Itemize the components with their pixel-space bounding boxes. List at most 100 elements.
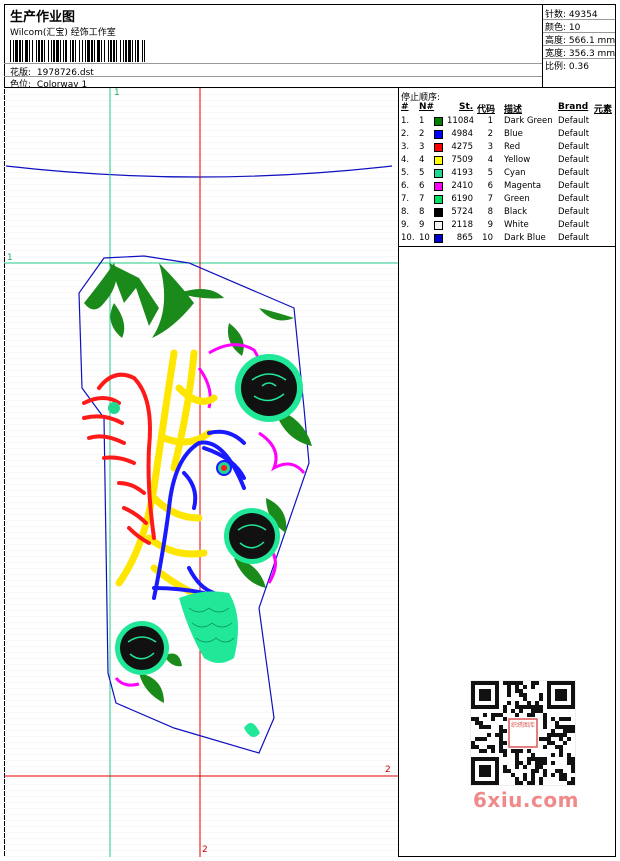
row-code: 4 [487,155,493,165]
table-row: 9. 9 2118 9 White Default [399,219,616,232]
black-rose-top-right [235,354,303,422]
stat-value: 0.36 [568,62,589,72]
row-brand: Default [558,220,590,230]
row-stitches: 4275 [451,142,473,152]
black-rose-middle [224,508,280,564]
red-guide-label-bottom: 2 [202,845,208,855]
row-index: 10. [401,233,415,243]
row-brand: Default [558,181,590,191]
row-brand: Default [558,207,590,217]
stat-label: 比例: [545,62,567,72]
color-swatch [434,221,443,230]
leaf-cluster-top [84,263,224,338]
row-index: 1. [401,116,410,126]
color-swatch [434,208,443,217]
row-stitches: 11084 [447,116,475,126]
row-description: White [504,220,529,230]
row-description: Dark Blue [504,233,546,243]
row-needle: 7 [419,194,425,204]
col-header-element: 元素 [594,105,613,115]
color-swatch [434,195,443,204]
row-stitches: 5724 [451,207,473,217]
barcode [10,40,145,62]
table-row: 6. 6 2410 6 Magenta Default [399,180,616,193]
row-needle: 3 [419,142,425,152]
row-stitches: 865 [456,233,473,243]
row-brand: Default [558,155,590,165]
qr-stamp: 织绣图库 [510,722,535,729]
row-brand: Default [558,194,590,204]
row-needle: 2 [419,129,425,139]
row-needle: 8 [419,207,425,217]
row-description: Dark Green [504,116,553,126]
row-brand: Default [558,233,590,243]
col-header-code: 代码 [477,105,496,115]
col-header-brand: Brand [558,102,589,112]
color-swatch [434,143,443,152]
stat-row: 比例: 0.36 [545,59,589,72]
row-needle: 10 [419,233,430,243]
hoop-arc [5,165,393,178]
table-row: 5. 5 4193 5 Cyan Default [399,167,616,180]
row-needle: 1 [419,116,425,126]
row-needle: 5 [419,168,425,178]
table-row: 2. 2 4984 2 Blue Default [399,128,616,141]
row-index: 9. [401,220,410,230]
table-row: 4. 4 7509 4 Yellow Default [399,154,616,167]
col-header-description: 描述 [504,105,523,115]
row-brand: Default [558,129,590,139]
row-description: Blue [504,129,523,139]
row-index: 7. [401,194,410,204]
col-header-index: # [401,102,409,112]
row-description: Red [504,142,521,152]
row-description: Green [504,194,530,204]
row-description: Cyan [504,168,526,178]
cyan-flourish [244,723,260,737]
header-divider [4,63,542,64]
row-description: Yellow [504,155,531,165]
row-index: 6. [401,181,410,191]
row-stitches: 4193 [451,168,473,178]
header-panel: 生产作业图 Wilcom(汇宝) 经饰工作室 花版: 1978726.dst 色… [4,4,542,90]
table-row: 3. 3 4275 3 Red Default [399,141,616,154]
blue-plume-eye-center [221,465,227,471]
row-needle: 9 [419,220,425,230]
row-code: 7 [487,194,493,204]
row-code: 9 [487,220,493,230]
design-canvas: 1 1 2 2 [4,88,399,857]
row-needle: 6 [419,181,425,191]
table-row: 7. 7 6190 7 Green Default [399,193,616,206]
color-sequence-panel: 停止顺序: # N# St. 代码 描述 Brand 元素 1. 1 11084 1 D… [399,88,616,857]
table-row: 1. 1 11084 1 Dark Green Default [399,115,616,128]
row-needle: 4 [419,155,425,165]
row-code: 3 [487,142,493,152]
cyan-scales [179,591,238,663]
studio-name: Wilcom(汇宝) 经饰工作室 [10,28,116,38]
row-stitches: 2410 [451,181,473,191]
row-brand: Default [558,142,590,152]
page-title: 生产作业图 [10,10,76,25]
col-header-stitches: St. [459,102,474,112]
qr-code: 织绣图库 [470,680,576,786]
col-header-needle: N# [419,102,435,112]
stats-panel: 针数: 49354 颜色: 10 高度: 566.1 mm 宽度: 356.3 mm 比… [542,4,616,88]
row-index: 4. [401,155,410,165]
table-row: 8. 8 5724 8 Black Default [399,206,616,219]
row-stitches: 6190 [451,194,473,204]
watermark: 6xiu.com [473,788,579,812]
row-code: 5 [487,168,493,178]
red-guide-label-right: 2 [385,765,391,775]
row-index: 5. [401,168,410,178]
row-code: 8 [487,207,493,217]
row-index: 3. [401,142,410,152]
color-swatch [434,156,443,165]
green-guide-label-left: 1 [7,253,13,263]
row-brand: Default [558,116,590,126]
row-code: 2 [487,129,493,139]
red-plume [82,372,156,545]
green-guide-label-top: 1 [114,88,120,98]
row-index: 2. [401,129,410,139]
red-plume-eye [108,402,120,414]
row-index: 8. [401,207,410,217]
color-swatch [434,234,443,243]
